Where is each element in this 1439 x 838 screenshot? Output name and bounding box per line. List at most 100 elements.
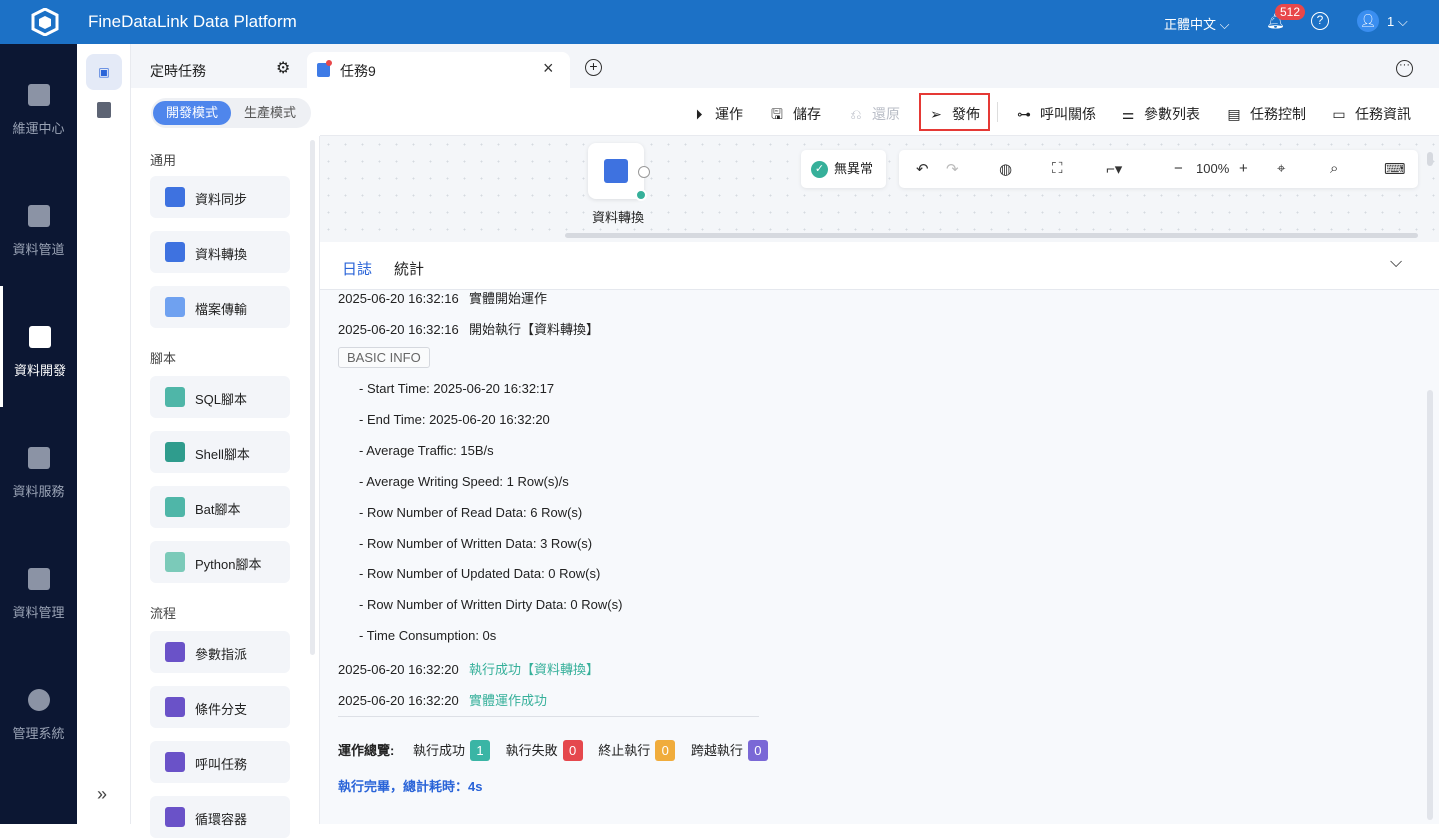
save-button[interactable]: 🖫 儲存 bbox=[769, 104, 821, 128]
dev-mode-button[interactable]: 開發模式 bbox=[153, 101, 232, 125]
mode-switch: 開發模式 生產模式 bbox=[151, 98, 311, 128]
palette-icon[interactable]: ◍ bbox=[999, 160, 1012, 178]
data-sync-icon bbox=[165, 187, 185, 207]
avatar[interactable]: 👤︎ bbox=[1357, 10, 1379, 32]
language-select[interactable]: 正體中文 ⌵ bbox=[1164, 14, 1229, 33]
run-button[interactable]: ⏵ 運作 bbox=[691, 104, 744, 124]
log-entry: 2025-06-20 16:32:20 實體運作成功 bbox=[338, 690, 547, 709]
component-sql[interactable]: SQL腳本 bbox=[150, 376, 290, 418]
component-file-transfer[interactable]: 檔案傳輸 bbox=[150, 286, 290, 328]
panel-scrollbar[interactable] bbox=[310, 140, 315, 655]
service-icon bbox=[27, 447, 50, 469]
python-icon bbox=[165, 552, 185, 572]
relation-icon: ⊶ bbox=[1017, 106, 1031, 122]
component-call-task[interactable]: 呼叫任務 bbox=[150, 741, 290, 783]
component-label: 參數指派 bbox=[195, 647, 248, 662]
fail-label: 執行失敗 bbox=[505, 743, 558, 758]
param-assign-icon bbox=[165, 642, 185, 662]
data-transform-icon bbox=[165, 242, 185, 262]
expand-icon[interactable]: » bbox=[97, 784, 107, 805]
component-shell[interactable]: Shell腳本 bbox=[150, 431, 290, 473]
component-param-assign[interactable]: 參數指派 bbox=[150, 631, 290, 673]
log-entry: 2025-06-20 16:32:16 開始執行【資料轉換】 bbox=[338, 319, 599, 338]
call-relation-button[interactable]: ⊶ 呼叫關係 bbox=[1016, 104, 1096, 124]
log-panel: 日誌 統計 ⌵ 2025-06-20 16:32:16 實體開始運作 2025-0… bbox=[320, 242, 1439, 824]
save-icon: 🖫 bbox=[771, 106, 783, 122]
info-line: - End Time: 2025-06-20 16:32:20 bbox=[359, 412, 550, 427]
summary-label: 運作總覽: bbox=[338, 743, 395, 758]
param-list-button[interactable]: ⚌ 參數列表 bbox=[1120, 104, 1200, 124]
run-summary: 運作總覽: 執行成功 1 執行失敗 0 終止執行 0 跨越執行 0 bbox=[338, 740, 780, 761]
undo-icon[interactable]: ↶ bbox=[916, 160, 929, 178]
pipeline-icon bbox=[27, 205, 50, 227]
component-data-transform[interactable]: 資料轉換 bbox=[150, 231, 290, 273]
canvas[interactable]: 資料轉換 ✓ 無異常 ↶ ↷ ◍ ⛶ ⌐▾ − 100% + ⌖ ⌕ ⌨ bbox=[320, 136, 1439, 242]
info-line: - Average Traffic: 15B/s bbox=[359, 443, 494, 458]
output-port[interactable] bbox=[638, 166, 650, 178]
section-flow: 流程 bbox=[150, 606, 177, 621]
nav-data-management[interactable]: 資料管理 bbox=[0, 528, 77, 649]
log-scrollbar[interactable] bbox=[1427, 390, 1433, 820]
clipboard-edit-icon[interactable] bbox=[97, 102, 111, 118]
add-tab-icon[interactable]: + bbox=[585, 59, 602, 76]
component-label: 資料同步 bbox=[195, 192, 248, 207]
nav-label: 資料服務 bbox=[12, 484, 65, 499]
play-icon: ⏵ bbox=[695, 106, 703, 122]
component-bat[interactable]: Bat腳本 bbox=[150, 486, 290, 528]
gear-icon[interactable]: ⚙ bbox=[276, 58, 290, 78]
redo-icon[interactable]: ↷ bbox=[946, 160, 959, 178]
tab-scheduled-tasks[interactable]: 定時任務 bbox=[150, 61, 206, 81]
restore-label: 還原 bbox=[872, 106, 900, 122]
chevron-down-icon[interactable]: ⌵ bbox=[1390, 254, 1402, 272]
nav-data-service[interactable]: 資料服務 bbox=[0, 407, 77, 528]
canvas-hscrollbar[interactable] bbox=[565, 233, 1418, 238]
nav-label: 維運中心 bbox=[12, 121, 65, 136]
secondary-sidebar: ▣ » bbox=[77, 44, 131, 824]
restore-button[interactable]: ⎌ 還原 bbox=[848, 104, 900, 124]
task-control-button[interactable]: ▤ 任務控制 bbox=[1226, 104, 1306, 124]
zoom-in-icon[interactable]: + bbox=[1239, 160, 1248, 177]
keyboard-icon[interactable]: ⌨ bbox=[1384, 160, 1406, 178]
component-label: Bat腳本 bbox=[195, 502, 241, 517]
node-data-transform[interactable] bbox=[588, 143, 650, 201]
component-label: Python腳本 bbox=[195, 557, 262, 572]
component-condition-branch[interactable]: 條件分支 bbox=[150, 686, 290, 728]
component-data-sync[interactable]: 資料同步 bbox=[150, 176, 290, 218]
nav-ops-center[interactable]: 維運中心 bbox=[0, 44, 77, 165]
info-line: - Time Consumption: 0s bbox=[359, 628, 497, 643]
component-python[interactable]: Python腳本 bbox=[150, 541, 290, 583]
task-info-button[interactable]: ▭ 任務資訊 bbox=[1331, 104, 1411, 124]
publish-highlight bbox=[919, 93, 990, 131]
log-time: 2025-06-20 16:32:20 bbox=[338, 693, 459, 708]
sql-icon bbox=[165, 387, 185, 407]
component-loop-container[interactable]: 循環容器 bbox=[150, 796, 290, 838]
user-menu[interactable]: 1 ⌵ bbox=[1387, 14, 1408, 30]
log-time: 2025-06-20 16:32:20 bbox=[338, 662, 459, 677]
layout-icon[interactable]: ⌐▾ bbox=[1106, 160, 1122, 178]
log-header: 日誌 統計 ⌵ bbox=[320, 242, 1439, 290]
nav-data-dev[interactable]: 資料開發 bbox=[0, 286, 77, 407]
component-label: 條件分支 bbox=[195, 702, 248, 717]
logo-icon bbox=[31, 8, 59, 36]
info-line: - Start Time: 2025-06-20 16:32:17 bbox=[359, 381, 555, 396]
zoom-level: 100% bbox=[1196, 161, 1230, 176]
tab-statistics[interactable]: 統計 bbox=[394, 258, 424, 279]
save-label: 儲存 bbox=[793, 106, 821, 122]
task-list-icon[interactable]: ▣ bbox=[86, 54, 122, 90]
help-icon[interactable]: ? bbox=[1311, 12, 1329, 30]
canvas-controls: ↶ ↷ ◍ ⛶ ⌐▾ − 100% + ⌖ ⌕ ⌨ bbox=[899, 150, 1418, 188]
zoom-out-icon[interactable]: − bbox=[1174, 160, 1183, 177]
toolbar: ⏵ 運作 🖫 儲存 ⎌ 還原 ➢ 發佈 ⊶ 呼叫關係 ⚌ 參數列表 ▤ 任務控制 ▭ 任務資訊 bbox=[320, 88, 1439, 136]
locate-icon[interactable]: ⌖ bbox=[1277, 160, 1285, 177]
dev-icon bbox=[29, 326, 51, 348]
tab-log[interactable]: 日誌 bbox=[342, 258, 372, 279]
close-icon[interactable]: × bbox=[543, 58, 554, 79]
nav-system[interactable]: 管理系統 bbox=[0, 649, 77, 770]
canvas-vscrollbar[interactable] bbox=[1427, 152, 1433, 166]
more-icon[interactable]: ··· bbox=[1396, 60, 1413, 77]
search-icon[interactable]: ⌕ bbox=[1330, 160, 1338, 177]
tab-task9[interactable]: 任務9 × bbox=[307, 52, 570, 88]
prod-mode-button[interactable]: 生產模式 bbox=[231, 101, 309, 125]
fit-view-icon[interactable]: ⛶ bbox=[1052, 160, 1063, 177]
nav-data-pipeline[interactable]: 資料管道 bbox=[0, 165, 77, 286]
